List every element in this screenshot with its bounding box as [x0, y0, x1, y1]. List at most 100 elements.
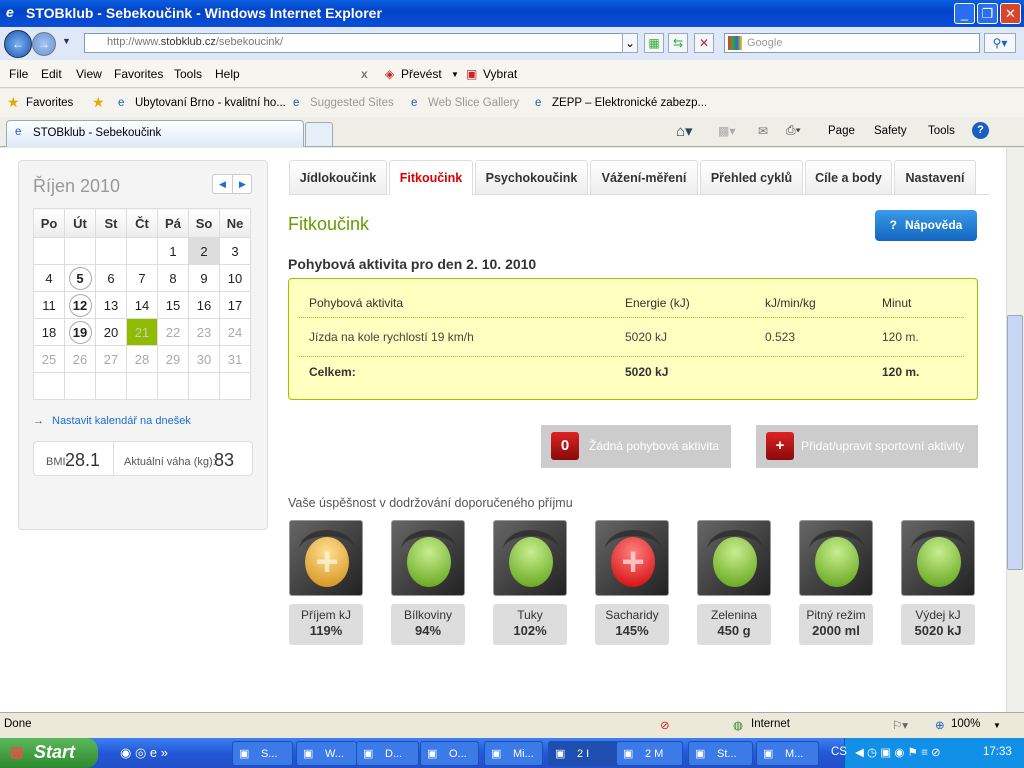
compatibility-icon[interactable]: ▦ — [644, 33, 664, 53]
calendar-day[interactable]: 5 — [64, 264, 96, 292]
search-input[interactable]: Google — [724, 33, 980, 53]
calendar-day[interactable]: 25 — [33, 345, 65, 373]
new-tab-button[interactable] — [305, 122, 333, 147]
calendar-day[interactable]: 16 — [188, 291, 220, 319]
tab-5[interactable]: Cíle a body — [805, 160, 892, 194]
taskbar-button[interactable]: ▣ D... — [356, 741, 419, 766]
back-button[interactable]: ← — [4, 30, 32, 58]
convert-button[interactable]: Převést — [401, 67, 442, 81]
quick-launch-icons[interactable]: ◉ ◎ e » — [120, 745, 168, 761]
calendar-day[interactable]: 26 — [64, 345, 96, 373]
home-icon[interactable]: ⌂▾ — [676, 122, 693, 140]
no-activity-button[interactable]: 0 Žádná pohybová aktivita — [541, 425, 731, 468]
menu-favorites[interactable]: Favorites — [114, 67, 163, 81]
page-menu[interactable]: Page — [828, 125, 855, 137]
forward-button[interactable]: → — [32, 32, 56, 56]
tools-menu[interactable]: Tools — [928, 125, 955, 137]
prev-month-button[interactable]: ◀ — [219, 179, 226, 190]
calendar-day[interactable]: 22 — [157, 318, 189, 346]
taskbar-button[interactable]: ▣ St... — [688, 741, 753, 766]
print-icon[interactable]: ⎙▾ — [786, 123, 801, 138]
mail-icon[interactable]: ✉ — [758, 124, 768, 138]
tab-3[interactable]: Vážení-měření — [590, 160, 698, 194]
calendar-day[interactable]: 30 — [188, 345, 220, 373]
language-indicator[interactable]: CS — [831, 746, 847, 758]
calendar-day[interactable]: 31 — [219, 345, 251, 373]
select-button[interactable]: Vybrat — [483, 67, 517, 81]
favorite-link-ubytovani[interactable]: Ubytovaní Brno - kvalitní ho... — [135, 97, 286, 109]
favorites-button[interactable]: Favorites — [26, 97, 73, 109]
calendar-day[interactable]: 13 — [95, 291, 127, 319]
address-input[interactable]: http://www.stobklub.cz/sebekoucink/ — [84, 33, 638, 53]
refresh-icon[interactable]: ⇆ — [668, 33, 688, 53]
calendar-day[interactable]: 12 — [64, 291, 96, 319]
zoom-level[interactable]: 100% — [951, 718, 980, 730]
calendar-day[interactable]: 15 — [157, 291, 189, 319]
calendar-day[interactable]: 14 — [126, 291, 158, 319]
address-dropdown[interactable]: ⌄ — [622, 33, 638, 53]
taskbar-button[interactable]: ▣ Mi... — [484, 741, 543, 766]
menu-edit[interactable]: Edit — [41, 67, 62, 81]
feeds-icon[interactable]: ▩▾ — [718, 124, 735, 138]
menu-file[interactable]: File — [9, 67, 28, 81]
calendar-day[interactable]: 18 — [33, 318, 65, 346]
start-button[interactable]: ⊞ Start — [0, 738, 98, 768]
taskbar-button[interactable]: ▣ 2 M — [616, 741, 683, 766]
calendar-day[interactable]: 17 — [219, 291, 251, 319]
convert-dropdown-icon[interactable]: ▼ — [451, 70, 459, 79]
set-calendar-today-link[interactable]: → Nastavit kalendář na dnešek — [33, 415, 191, 427]
protected-mode-icon[interactable]: ⚐▾ — [892, 718, 908, 732]
calendar-day[interactable]: 11 — [33, 291, 65, 319]
menu-view[interactable]: View — [76, 67, 102, 81]
safety-menu[interactable]: Safety — [874, 125, 907, 137]
tab-0[interactable]: Jídlokoučink — [289, 160, 387, 194]
calendar-day[interactable]: 27 — [95, 345, 127, 373]
history-dropdown-icon[interactable]: ▼ — [62, 36, 71, 46]
tab-6[interactable]: Nastavení — [894, 160, 976, 194]
taskbar-button[interactable]: ▣ O... — [420, 741, 479, 766]
help-button[interactable]: ? Nápověda — [875, 210, 977, 241]
calendar-day[interactable]: 10 — [219, 264, 251, 292]
taskbar-button[interactable]: ▣ M... — [756, 741, 819, 766]
calendar-day[interactable]: 20 — [95, 318, 127, 346]
add-favorite-icon[interactable]: ★ — [92, 94, 105, 111]
calendar-day[interactable]: 29 — [157, 345, 189, 373]
calendar-day[interactable]: 4 — [33, 264, 65, 292]
menu-tools[interactable]: Tools — [174, 67, 202, 81]
calendar-day[interactable]: 9 — [188, 264, 220, 292]
zoom-dropdown-icon[interactable]: ▼ — [993, 721, 1001, 730]
tab-2[interactable]: Psychokoučink — [475, 160, 588, 194]
calendar-day[interactable]: 2 — [188, 237, 220, 265]
add-activity-button[interactable]: + Přidat/upravit sportovní aktivity — [756, 425, 978, 468]
stop-icon[interactable]: ✕ — [694, 33, 714, 53]
calendar-day[interactable]: 8 — [157, 264, 189, 292]
scrollbar-thumb[interactable] — [1007, 315, 1023, 570]
calendar-day[interactable]: 21 — [126, 318, 158, 346]
calendar-day[interactable]: 7 — [126, 264, 158, 292]
taskbar-button[interactable]: ▣ S... — [232, 741, 293, 766]
popup-blocked-icon[interactable]: ⊘ — [660, 718, 670, 732]
favorite-suggested-sites[interactable]: Suggested Sites — [310, 97, 394, 109]
favorite-web-slice-gallery[interactable]: Web Slice Gallery — [428, 97, 519, 109]
help-icon[interactable]: ? — [972, 122, 989, 139]
calendar-day[interactable]: 3 — [219, 237, 251, 265]
minimize-button[interactable]: _ — [954, 3, 975, 24]
search-button[interactable]: ⚲▾ — [984, 33, 1016, 53]
next-month-button[interactable]: ▶ — [239, 179, 246, 190]
tab-1[interactable]: Fitkoučink — [389, 160, 473, 195]
calendar-day[interactable]: 28 — [126, 345, 158, 373]
toolbar-close-button[interactable]: x — [361, 67, 368, 81]
close-button[interactable]: ✕ — [1000, 3, 1021, 24]
browser-tab-active[interactable]: e STOBklub - Sebekoučink — [6, 120, 304, 147]
favorite-link-zepp[interactable]: ZEPP – Elektronické zabezp... — [552, 97, 707, 109]
calendar-day[interactable]: 6 — [95, 264, 127, 292]
menu-help[interactable]: Help — [215, 67, 240, 81]
calendar-day[interactable]: 23 — [188, 318, 220, 346]
tab-4[interactable]: Přehled cyklů — [700, 160, 803, 194]
calendar-day[interactable]: 19 — [64, 318, 96, 346]
calendar-day[interactable]: 24 — [219, 318, 251, 346]
maximize-button[interactable]: ❐ — [977, 3, 998, 24]
tray-icons[interactable]: ◀ ◷ ▣ ◉ ⚑ ≡ ⊘ — [855, 745, 941, 759]
taskbar-button[interactable]: ▣ W... — [296, 741, 357, 766]
calendar-day[interactable]: 1 — [157, 237, 189, 265]
